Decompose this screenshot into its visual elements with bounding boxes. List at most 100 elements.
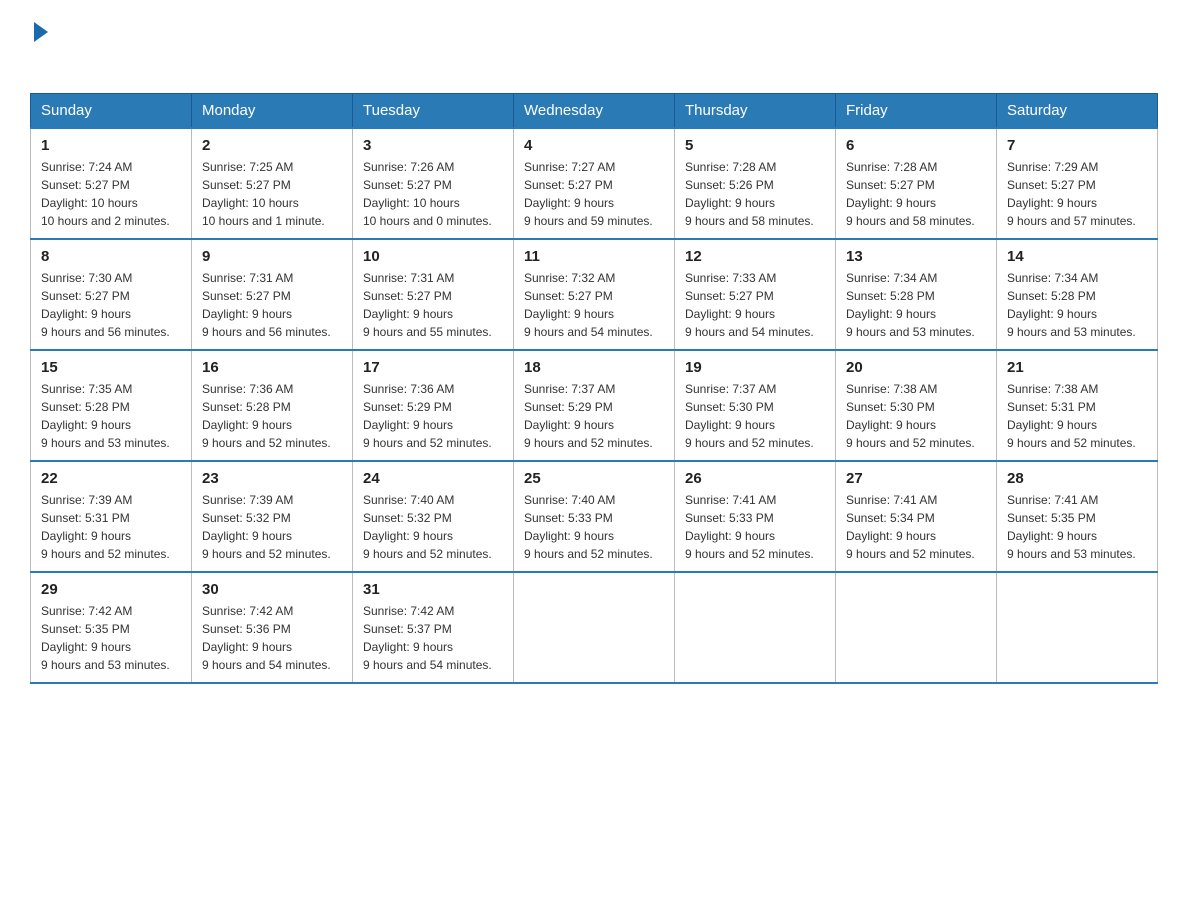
table-row xyxy=(514,572,675,683)
calendar-header-monday: Monday xyxy=(192,94,353,129)
day-info: Sunrise: 7:28 AMSunset: 5:26 PMDaylight:… xyxy=(685,158,825,230)
calendar-header-friday: Friday xyxy=(836,94,997,129)
table-row: 19 Sunrise: 7:37 AMSunset: 5:30 PMDayligh… xyxy=(675,350,836,461)
table-row: 17 Sunrise: 7:36 AMSunset: 5:29 PMDayligh… xyxy=(353,350,514,461)
day-number: 26 xyxy=(685,470,825,487)
day-info: Sunrise: 7:32 AMSunset: 5:27 PMDaylight:… xyxy=(524,269,664,341)
table-row: 7 Sunrise: 7:29 AMSunset: 5:27 PMDaylight… xyxy=(997,128,1158,239)
day-number: 19 xyxy=(685,359,825,376)
day-number: 7 xyxy=(1007,137,1147,154)
day-number: 8 xyxy=(41,248,181,265)
day-info: Sunrise: 7:41 AMSunset: 5:34 PMDaylight:… xyxy=(846,491,986,563)
day-info: Sunrise: 7:31 AMSunset: 5:27 PMDaylight:… xyxy=(202,269,342,341)
day-info: Sunrise: 7:25 AMSunset: 5:27 PMDaylight:… xyxy=(202,158,342,230)
calendar-header-row: SundayMondayTuesdayWednesdayThursdayFrid… xyxy=(31,94,1158,129)
table-row: 21Sunrise: 7:38 AMSunset: 5:31 PMDayligh… xyxy=(997,350,1158,461)
table-row: 18Sunrise: 7:37 AMSunset: 5:29 PMDayligh… xyxy=(514,350,675,461)
day-info: Sunrise: 7:34 AMSunset: 5:28 PMDaylight:… xyxy=(1007,269,1147,341)
page-header xyxy=(30,20,1158,73)
logo-triangle-icon xyxy=(34,22,48,42)
day-number: 12 xyxy=(685,248,825,265)
day-number: 20 xyxy=(846,359,986,376)
day-number: 15 xyxy=(41,359,181,376)
table-row: 24 Sunrise: 7:40 AMSunset: 5:32 PMDayligh… xyxy=(353,461,514,572)
day-info: Sunrise: 7:36 AMSunset: 5:29 PMDaylight:… xyxy=(363,380,503,452)
day-number: 21 xyxy=(1007,359,1147,376)
day-number: 10 xyxy=(363,248,503,265)
table-row xyxy=(675,572,836,683)
table-row: 26 Sunrise: 7:41 AMSunset: 5:33 PMDayligh… xyxy=(675,461,836,572)
day-number: 4 xyxy=(524,137,664,154)
day-info: Sunrise: 7:27 AMSunset: 5:27 PMDaylight:… xyxy=(524,158,664,230)
calendar-header-thursday: Thursday xyxy=(675,94,836,129)
day-info: Sunrise: 7:42 AMSunset: 5:35 PMDaylight:… xyxy=(41,602,181,674)
calendar-table: SundayMondayTuesdayWednesdayThursdayFrid… xyxy=(30,93,1158,684)
day-info: Sunrise: 7:33 AMSunset: 5:27 PMDaylight:… xyxy=(685,269,825,341)
day-number: 5 xyxy=(685,137,825,154)
day-number: 29 xyxy=(41,581,181,598)
day-number: 25 xyxy=(524,470,664,487)
table-row: 20 Sunrise: 7:38 AMSunset: 5:30 PMDayligh… xyxy=(836,350,997,461)
table-row: 29 Sunrise: 7:42 AMSunset: 5:35 PMDayligh… xyxy=(31,572,192,683)
day-number: 6 xyxy=(846,137,986,154)
table-row: 11 Sunrise: 7:32 AMSunset: 5:27 PMDayligh… xyxy=(514,239,675,350)
day-info: Sunrise: 7:37 AMSunset: 5:30 PMDaylight:… xyxy=(685,380,825,452)
day-info: Sunrise: 7:31 AMSunset: 5:27 PMDaylight:… xyxy=(363,269,503,341)
table-row: 12 Sunrise: 7:33 AMSunset: 5:27 PMDayligh… xyxy=(675,239,836,350)
table-row: 23Sunrise: 7:39 AMSunset: 5:32 PMDayligh… xyxy=(192,461,353,572)
day-number: 17 xyxy=(363,359,503,376)
calendar-header-tuesday: Tuesday xyxy=(353,94,514,129)
logo xyxy=(30,20,48,73)
day-info: Sunrise: 7:29 AMSunset: 5:27 PMDaylight:… xyxy=(1007,158,1147,230)
day-number: 14 xyxy=(1007,248,1147,265)
day-info: Sunrise: 7:41 AMSunset: 5:33 PMDaylight:… xyxy=(685,491,825,563)
calendar-header-sunday: Sunday xyxy=(31,94,192,129)
day-info: Sunrise: 7:41 AMSunset: 5:35 PMDaylight:… xyxy=(1007,491,1147,563)
table-row: 30Sunrise: 7:42 AMSunset: 5:36 PMDayligh… xyxy=(192,572,353,683)
table-row: 8 Sunrise: 7:30 AMSunset: 5:27 PMDaylight… xyxy=(31,239,192,350)
calendar-header-saturday: Saturday xyxy=(997,94,1158,129)
day-number: 31 xyxy=(363,581,503,598)
day-info: Sunrise: 7:36 AMSunset: 5:28 PMDaylight:… xyxy=(202,380,342,452)
day-number: 27 xyxy=(846,470,986,487)
day-info: Sunrise: 7:42 AMSunset: 5:37 PMDaylight:… xyxy=(363,602,503,674)
day-info: Sunrise: 7:35 AMSunset: 5:28 PMDaylight:… xyxy=(41,380,181,452)
day-number: 24 xyxy=(363,470,503,487)
day-number: 9 xyxy=(202,248,342,265)
table-row: 28 Sunrise: 7:41 AMSunset: 5:35 PMDayligh… xyxy=(997,461,1158,572)
day-info: Sunrise: 7:24 AMSunset: 5:27 PMDaylight:… xyxy=(41,158,181,230)
table-row: 14 Sunrise: 7:34 AMSunset: 5:28 PMDayligh… xyxy=(997,239,1158,350)
day-info: Sunrise: 7:30 AMSunset: 5:27 PMDaylight:… xyxy=(41,269,181,341)
day-number: 30 xyxy=(202,581,342,598)
table-row: 9 Sunrise: 7:31 AMSunset: 5:27 PMDaylight… xyxy=(192,239,353,350)
table-row: 6 Sunrise: 7:28 AMSunset: 5:27 PMDaylight… xyxy=(836,128,997,239)
table-row xyxy=(997,572,1158,683)
calendar-week-row: 15 Sunrise: 7:35 AMSunset: 5:28 PMDayligh… xyxy=(31,350,1158,461)
table-row: 5 Sunrise: 7:28 AMSunset: 5:26 PMDaylight… xyxy=(675,128,836,239)
table-row: 10 Sunrise: 7:31 AMSunset: 5:27 PMDayligh… xyxy=(353,239,514,350)
day-info: Sunrise: 7:34 AMSunset: 5:28 PMDaylight:… xyxy=(846,269,986,341)
day-info: Sunrise: 7:26 AMSunset: 5:27 PMDaylight:… xyxy=(363,158,503,230)
table-row: 4 Sunrise: 7:27 AMSunset: 5:27 PMDaylight… xyxy=(514,128,675,239)
table-row: 15 Sunrise: 7:35 AMSunset: 5:28 PMDayligh… xyxy=(31,350,192,461)
table-row: 2 Sunrise: 7:25 AMSunset: 5:27 PMDaylight… xyxy=(192,128,353,239)
day-info: Sunrise: 7:40 AMSunset: 5:32 PMDaylight:… xyxy=(363,491,503,563)
table-row xyxy=(836,572,997,683)
day-number: 13 xyxy=(846,248,986,265)
table-row: 3Sunrise: 7:26 AMSunset: 5:27 PMDaylight… xyxy=(353,128,514,239)
table-row: 1 Sunrise: 7:24 AMSunset: 5:27 PMDaylight… xyxy=(31,128,192,239)
day-number: 22 xyxy=(41,470,181,487)
day-number: 1 xyxy=(41,137,181,154)
day-number: 18 xyxy=(524,359,664,376)
day-info: Sunrise: 7:28 AMSunset: 5:27 PMDaylight:… xyxy=(846,158,986,230)
day-info: Sunrise: 7:39 AMSunset: 5:31 PMDaylight:… xyxy=(41,491,181,563)
table-row: 25Sunrise: 7:40 AMSunset: 5:33 PMDayligh… xyxy=(514,461,675,572)
table-row: 13 Sunrise: 7:34 AMSunset: 5:28 PMDayligh… xyxy=(836,239,997,350)
calendar-week-row: 22 Sunrise: 7:39 AMSunset: 5:31 PMDayligh… xyxy=(31,461,1158,572)
table-row: 27 Sunrise: 7:41 AMSunset: 5:34 PMDayligh… xyxy=(836,461,997,572)
day-number: 2 xyxy=(202,137,342,154)
day-number: 28 xyxy=(1007,470,1147,487)
day-number: 11 xyxy=(524,248,664,265)
day-info: Sunrise: 7:38 AMSunset: 5:30 PMDaylight:… xyxy=(846,380,986,452)
day-number: 23 xyxy=(202,470,342,487)
